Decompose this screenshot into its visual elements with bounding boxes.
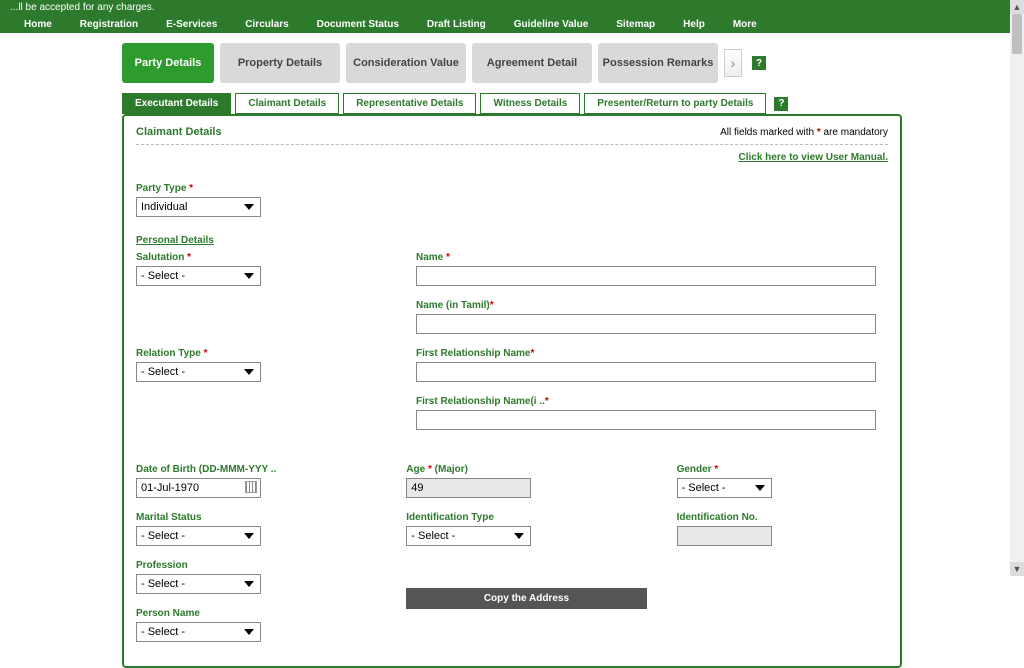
menu-document-status[interactable]: Document Status — [303, 19, 413, 30]
user-manual-link[interactable]: Click here to view User Manual. — [739, 152, 889, 163]
top-notice: ...ll be accepted for any charges. — [0, 0, 1024, 15]
copy-address-button[interactable]: Copy the Address — [406, 588, 646, 609]
menu-circulars[interactable]: Circulars — [231, 19, 302, 30]
menu-more[interactable]: More — [719, 19, 771, 30]
idtype-label: Identification Type — [406, 512, 646, 523]
marital-label: Marital Status — [136, 512, 376, 523]
step-next-arrow[interactable]: › — [724, 49, 742, 77]
calendar-icon[interactable] — [245, 481, 257, 493]
scrollbar[interactable]: ▲ ▼ — [1010, 0, 1024, 576]
step-tabs: Party Details Property Details Considera… — [122, 43, 902, 83]
personal-details-heading: Personal Details — [136, 235, 888, 246]
mandatory-note: All fields marked with * are mandatory — [720, 127, 888, 138]
step-party-details[interactable]: Party Details — [122, 43, 214, 83]
relation-type-select[interactable]: - Select - — [136, 362, 261, 382]
scroll-thumb[interactable] — [1012, 14, 1022, 54]
first-rel-label: First Relationship Name* — [416, 348, 876, 359]
first-rel-tamil-input[interactable] — [416, 410, 876, 430]
menu-eservices[interactable]: E-Services — [152, 19, 231, 30]
profession-select[interactable]: - Select - — [136, 574, 261, 594]
marital-select[interactable]: - Select - — [136, 526, 261, 546]
name-label: Name * — [416, 252, 876, 263]
step-agreement-detail[interactable]: Agreement Detail — [472, 43, 592, 83]
divider — [136, 144, 888, 145]
subtab-witness[interactable]: Witness Details — [480, 93, 580, 114]
menu-help[interactable]: Help — [669, 19, 719, 30]
subtab-help-icon[interactable]: ? — [774, 97, 788, 111]
person-name-select[interactable]: - Select - — [136, 622, 261, 642]
gender-select[interactable]: - Select - — [677, 478, 772, 498]
party-type-select[interactable]: Individual — [136, 197, 261, 217]
gender-label: Gender * — [677, 464, 888, 475]
menu-registration[interactable]: Registration — [66, 19, 152, 30]
menu-draft-listing[interactable]: Draft Listing — [413, 19, 500, 30]
first-rel-tamil-label: First Relationship Name(i ..* — [416, 396, 876, 407]
salutation-label: Salutation * — [136, 252, 386, 263]
age-label: Age * (Major) — [406, 464, 646, 475]
step-property-details[interactable]: Property Details — [220, 43, 340, 83]
form-panel: Claimant Details All fields marked with … — [122, 114, 902, 668]
subtab-representative[interactable]: Representative Details — [343, 93, 476, 114]
first-rel-input[interactable] — [416, 362, 876, 382]
idtype-select[interactable]: - Select - — [406, 526, 531, 546]
scroll-down-icon[interactable]: ▼ — [1010, 562, 1024, 576]
sub-tabs: Executant Details Claimant Details Repre… — [122, 93, 902, 114]
age-input — [406, 478, 531, 498]
idno-label: Identification No. — [677, 512, 888, 523]
subtab-presenter[interactable]: Presenter/Return to party Details — [584, 93, 766, 114]
name-input[interactable] — [416, 266, 876, 286]
subtab-claimant[interactable]: Claimant Details — [235, 93, 339, 114]
relation-type-label: Relation Type * — [136, 348, 386, 359]
chevron-right-icon: › — [731, 55, 736, 71]
profession-label: Profession — [136, 560, 376, 571]
dob-label: Date of Birth (DD-MMM-YYY .. — [136, 464, 376, 475]
panel-title: Claimant Details — [136, 126, 222, 138]
menu-guideline-value[interactable]: Guideline Value — [500, 19, 602, 30]
scroll-up-icon[interactable]: ▲ — [1010, 0, 1024, 14]
menu-home[interactable]: Home — [10, 19, 66, 30]
idno-input[interactable] — [677, 526, 772, 546]
step-consideration-value[interactable]: Consideration Value — [346, 43, 466, 83]
menubar: Home Registration E-Services Circulars D… — [0, 15, 1024, 33]
step-help-icon[interactable]: ? — [752, 56, 766, 70]
menu-sitemap[interactable]: Sitemap — [602, 19, 669, 30]
name-tamil-label: Name (in Tamil)* — [416, 300, 876, 311]
name-tamil-input[interactable] — [416, 314, 876, 334]
salutation-select[interactable]: - Select - — [136, 266, 261, 286]
subtab-executant[interactable]: Executant Details — [122, 93, 231, 114]
step-possession-remarks[interactable]: Possession Remarks — [598, 43, 718, 83]
person-name-label: Person Name — [136, 608, 376, 619]
dob-input[interactable] — [136, 478, 261, 498]
party-type-label: Party Type * — [136, 183, 366, 194]
